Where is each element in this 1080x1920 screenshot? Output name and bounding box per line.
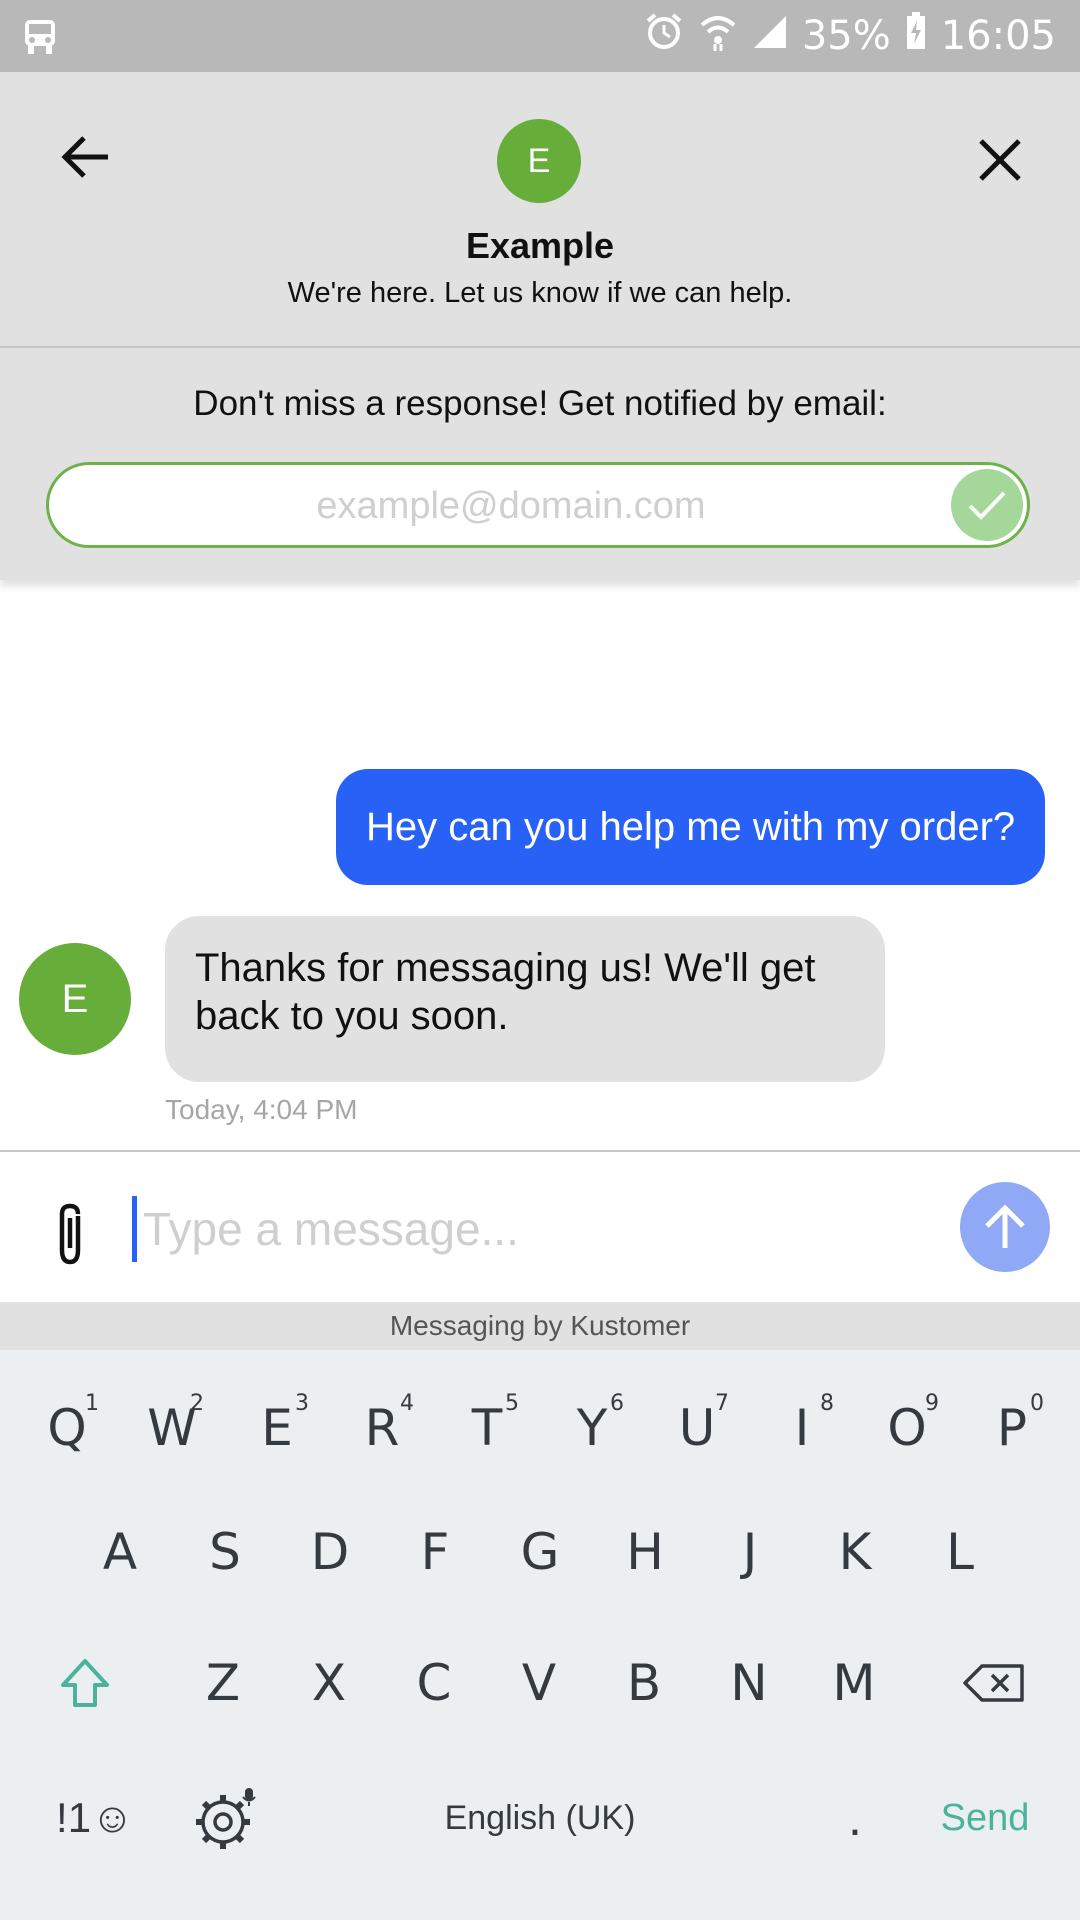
message-input[interactable] bbox=[132, 1196, 922, 1262]
shift-icon bbox=[61, 1659, 109, 1707]
gear-icon bbox=[196, 1788, 256, 1849]
microphone-icon bbox=[242, 1788, 256, 1806]
key-t[interactable]: T5 bbox=[437, 1373, 537, 1483]
key-label: R bbox=[364, 1399, 400, 1457]
key-label: P bbox=[996, 1399, 1028, 1457]
agent-message-bubble: Thanks for messaging us! We'll get back … bbox=[165, 916, 885, 1082]
key-label: Q bbox=[47, 1399, 87, 1457]
back-button[interactable] bbox=[50, 122, 120, 192]
key-n[interactable]: N bbox=[699, 1628, 799, 1738]
key-hint: 3 bbox=[295, 1391, 309, 1416]
page-title: Example bbox=[465, 225, 615, 266]
header-avatar: E bbox=[497, 119, 581, 203]
key-b[interactable]: B bbox=[594, 1628, 694, 1738]
key-label: I bbox=[794, 1399, 810, 1457]
bus-icon bbox=[22, 18, 58, 61]
email-field[interactable] bbox=[79, 465, 943, 547]
key-u[interactable]: U7 bbox=[647, 1373, 747, 1483]
powered-by-footer: Messaging by Kustomer bbox=[0, 1302, 1080, 1350]
key-h[interactable]: H bbox=[595, 1497, 695, 1607]
key-label: T bbox=[471, 1399, 503, 1457]
agent-avatar: E bbox=[19, 943, 131, 1055]
keyboard-send-key[interactable]: Send bbox=[920, 1763, 1050, 1873]
attach-button[interactable] bbox=[40, 1190, 100, 1280]
key-x[interactable]: X bbox=[279, 1628, 379, 1738]
space-key[interactable]: English (UK) bbox=[380, 1763, 700, 1873]
email-field-container bbox=[46, 462, 1030, 548]
key-s[interactable]: S bbox=[175, 1497, 275, 1607]
key-k[interactable]: K bbox=[805, 1497, 905, 1607]
close-button[interactable] bbox=[962, 122, 1038, 198]
key-c[interactable]: C bbox=[384, 1628, 484, 1738]
key-z[interactable]: Z bbox=[173, 1628, 273, 1738]
wifi-icon bbox=[698, 11, 738, 61]
chat-header: E Example We're here. Let us know if we … bbox=[0, 72, 1080, 348]
key-hint: 8 bbox=[820, 1391, 834, 1416]
key-q[interactable]: Q1 bbox=[17, 1373, 117, 1483]
key-p[interactable]: P0 bbox=[962, 1373, 1062, 1483]
key-r[interactable]: R4 bbox=[332, 1373, 432, 1483]
key-hint: 1 bbox=[85, 1391, 99, 1416]
key-hint: 6 bbox=[610, 1391, 624, 1416]
key-y[interactable]: Y6 bbox=[542, 1373, 642, 1483]
key-hint: 2 bbox=[190, 1391, 204, 1416]
key-hint: 5 bbox=[505, 1391, 519, 1416]
email-notify-panel: Don't miss a response! Get notified by e… bbox=[0, 348, 1080, 580]
status-bar: 35% 16:05 bbox=[0, 0, 1080, 72]
checkmark-icon bbox=[968, 491, 1006, 520]
key-hint: 0 bbox=[1030, 1391, 1044, 1416]
settings-key[interactable] bbox=[175, 1763, 275, 1873]
alarm-icon bbox=[644, 11, 684, 61]
key-label: O bbox=[887, 1399, 927, 1457]
signal-icon bbox=[752, 12, 788, 60]
close-icon bbox=[979, 139, 1021, 181]
shift-key[interactable] bbox=[35, 1628, 135, 1738]
message-timestamp: Today, 4:04 PM bbox=[165, 1094, 358, 1125]
notify-prompt: Don't miss a response! Get notified by e… bbox=[193, 384, 887, 423]
key-g[interactable]: G bbox=[490, 1497, 590, 1607]
period-key[interactable]: . bbox=[810, 1763, 900, 1873]
key-f[interactable]: F bbox=[385, 1497, 485, 1607]
key-hint: 7 bbox=[715, 1391, 729, 1416]
battery-percent: 35% bbox=[801, 13, 891, 59]
paperclip-icon bbox=[59, 1203, 81, 1265]
backspace-icon bbox=[963, 1664, 1024, 1702]
composer-divider bbox=[0, 1150, 1080, 1152]
backspace-key[interactable] bbox=[944, 1628, 1044, 1738]
symbols-key[interactable]: !1☺ bbox=[40, 1763, 150, 1873]
send-message-button[interactable] bbox=[960, 1182, 1050, 1272]
arrow-left-icon bbox=[61, 136, 108, 178]
key-v[interactable]: V bbox=[489, 1628, 589, 1738]
clock: 16:05 bbox=[940, 13, 1056, 59]
key-d[interactable]: D bbox=[280, 1497, 380, 1607]
battery-charging-icon bbox=[905, 11, 927, 61]
key-label: E bbox=[261, 1399, 293, 1457]
page-subtitle: We're here. Let us know if we can help. bbox=[287, 277, 793, 309]
key-m[interactable]: M bbox=[804, 1628, 904, 1738]
key-j[interactable]: J bbox=[700, 1497, 800, 1607]
email-submit-button[interactable] bbox=[951, 469, 1023, 541]
key-a[interactable]: A bbox=[70, 1497, 170, 1607]
key-o[interactable]: O9 bbox=[857, 1373, 957, 1483]
key-e[interactable]: E3 bbox=[227, 1373, 327, 1483]
key-w[interactable]: W2 bbox=[122, 1373, 222, 1483]
arrow-up-icon bbox=[985, 1204, 1025, 1248]
key-label: U bbox=[678, 1399, 716, 1457]
key-hint: 4 bbox=[400, 1391, 414, 1416]
key-i[interactable]: I8 bbox=[752, 1373, 852, 1483]
key-label: Y bbox=[576, 1399, 608, 1457]
key-hint: 9 bbox=[925, 1391, 939, 1416]
key-l[interactable]: L bbox=[910, 1497, 1010, 1607]
user-message-bubble: Hey can you help me with my order? bbox=[336, 769, 1046, 885]
